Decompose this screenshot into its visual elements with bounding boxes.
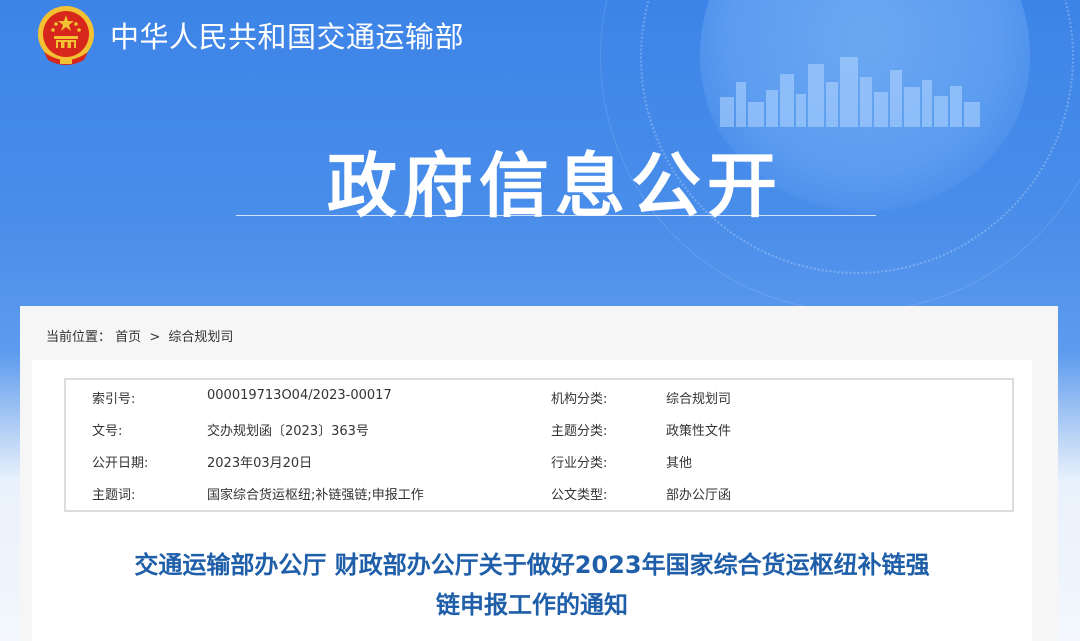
national-emblem-icon bbox=[38, 6, 94, 65]
metadata-value: 交办规划函〔2023〕363号 bbox=[207, 424, 369, 439]
site-title[interactable]: 中华人民共和国交通运输部 bbox=[110, 14, 464, 56]
metadata-key: 行业分类: bbox=[551, 456, 608, 471]
breadcrumb-current-link[interactable]: 综合规划司 bbox=[168, 330, 233, 345]
metadata-value: 综合规划司 bbox=[666, 392, 732, 407]
city-skyline-icon bbox=[720, 57, 980, 127]
document-title: 交通运输部办公厅 财政部办公厅关于做好2023年国家综合货运枢纽补链强 链申报工… bbox=[32, 545, 1032, 625]
metadata-value: 2023年03月20日 bbox=[207, 456, 313, 471]
main-panel: 当前位置： 首页 > 综合规划司 索引号: 000019713O04/2023-… bbox=[20, 306, 1058, 641]
breadcrumb-home-link[interactable]: 首页 bbox=[115, 330, 141, 345]
metadata-key: 公文类型: bbox=[551, 488, 608, 503]
document-metadata-table: 索引号: 000019713O04/2023-00017 机构分类: 综合规划司… bbox=[64, 378, 1014, 512]
metadata-key: 索引号: bbox=[92, 392, 136, 407]
metadata-row: 主题词: 国家综合货运枢纽;补链强链;申报工作 公文类型: 部办公厅函 bbox=[66, 476, 1012, 508]
metadata-row: 公开日期: 2023年03月20日 行业分类: 其他 bbox=[66, 444, 1012, 476]
metadata-value: 政策性文件 bbox=[666, 424, 732, 439]
article-content: 索引号: 000019713O04/2023-00017 机构分类: 综合规划司… bbox=[32, 360, 1032, 641]
breadcrumb-label: 当前位置： bbox=[46, 330, 112, 345]
metadata-key: 主题分类: bbox=[551, 424, 608, 439]
metadata-row: 文号: 交办规划函〔2023〕363号 主题分类: 政策性文件 bbox=[66, 412, 1012, 444]
metadata-key: 公开日期: bbox=[92, 456, 149, 471]
hero-divider bbox=[236, 215, 876, 216]
document-title-line: 交通运输部办公厅 财政部办公厅关于做好2023年国家综合货运枢纽补链强 bbox=[134, 551, 930, 579]
metadata-key: 主题词: bbox=[92, 488, 136, 503]
metadata-value: 其他 bbox=[666, 456, 693, 471]
metadata-key: 机构分类: bbox=[551, 392, 608, 407]
metadata-value: 国家综合货运枢纽;补链强链;申报工作 bbox=[207, 488, 424, 503]
metadata-key: 文号: bbox=[92, 424, 123, 439]
metadata-value: 000019713O04/2023-00017 bbox=[207, 388, 392, 403]
breadcrumb-separator: > bbox=[149, 330, 161, 345]
metadata-value: 部办公厅函 bbox=[666, 488, 732, 503]
metadata-row: 索引号: 000019713O04/2023-00017 机构分类: 综合规划司 bbox=[66, 380, 1012, 412]
breadcrumb: 当前位置： 首页 > 综合规划司 bbox=[46, 326, 233, 345]
document-title-line: 链申报工作的通知 bbox=[436, 591, 628, 619]
